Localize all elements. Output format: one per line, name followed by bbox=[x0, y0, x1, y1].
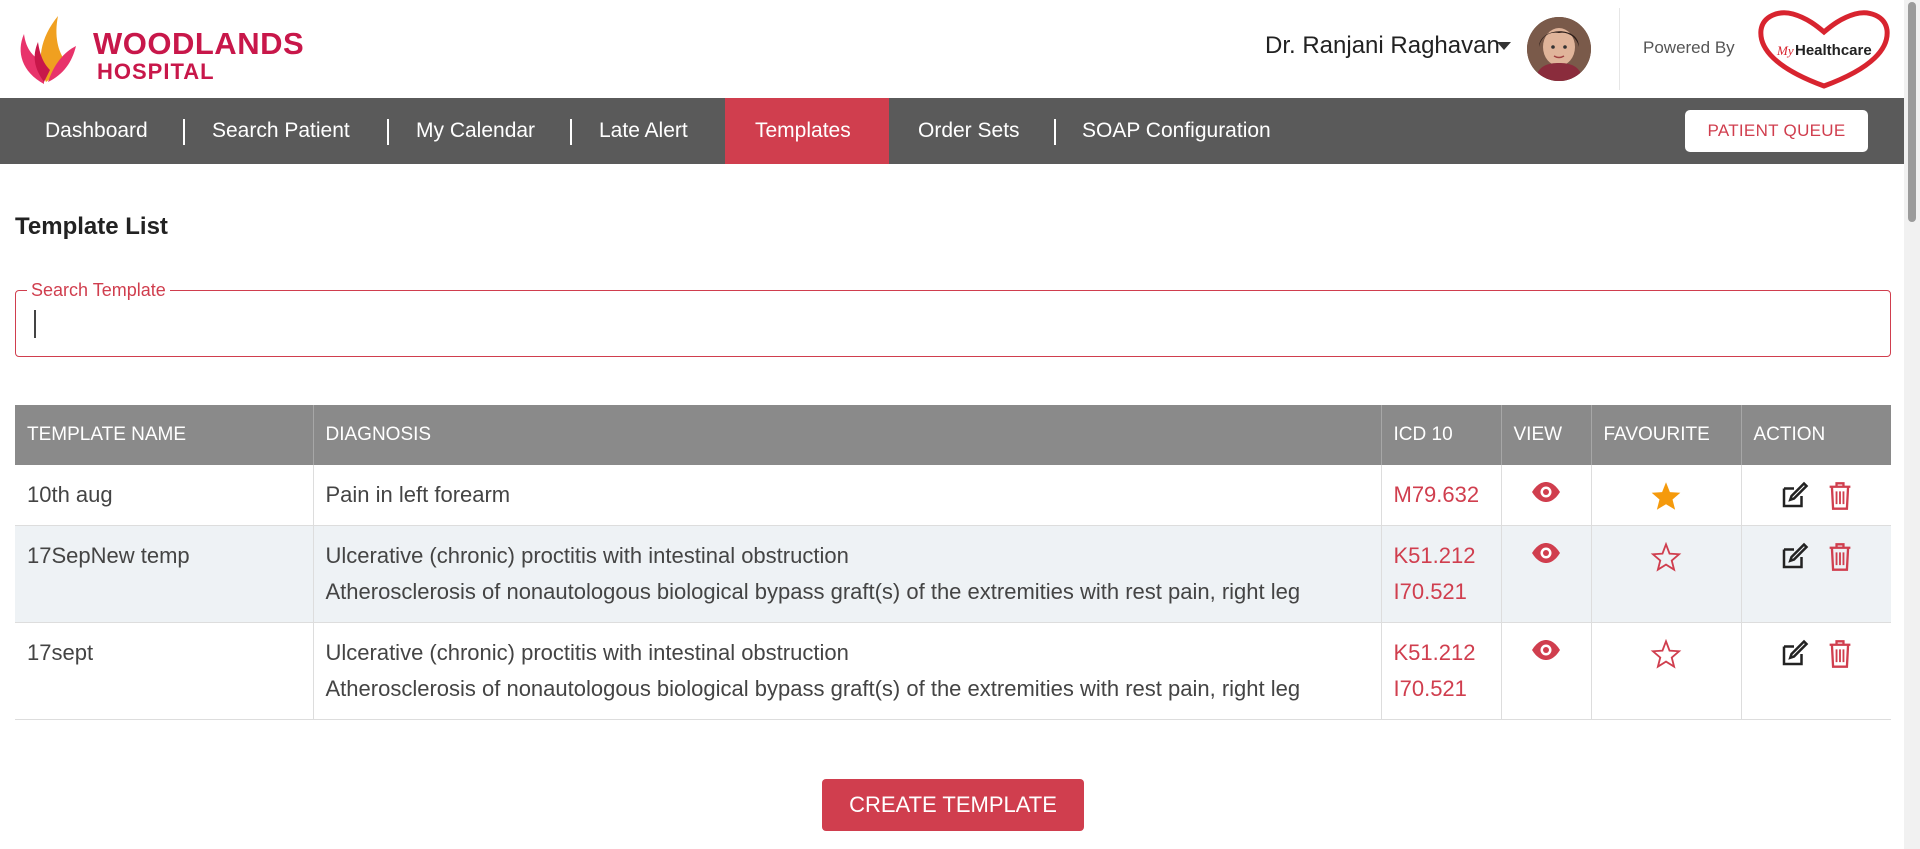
favourite-cell bbox=[1591, 525, 1742, 623]
trash-icon[interactable] bbox=[1827, 481, 1853, 511]
action-cell bbox=[1741, 525, 1891, 623]
table-row: 17sept Ulcerative (chronic) proctitis wi… bbox=[15, 622, 1891, 720]
search-template-input[interactable] bbox=[30, 303, 1870, 343]
template-table: TEMPLATE NAME DIAGNOSIS ICD 10 VIEW FAVO… bbox=[15, 405, 1891, 760]
icd-cell: M79.632 bbox=[1381, 465, 1502, 526]
edit-icon[interactable] bbox=[1779, 481, 1809, 511]
icd-code: I70.521 bbox=[1393, 676, 1467, 701]
diagnosis-text: Ulcerative (chronic) proctitis with inte… bbox=[325, 543, 849, 568]
template-name-cell: 17sept bbox=[15, 622, 314, 720]
col-icd10[interactable]: ICD 10 bbox=[1381, 405, 1502, 465]
star-outline-icon[interactable] bbox=[1650, 639, 1682, 669]
icd-cell: K51.212 I70.521 bbox=[1381, 622, 1502, 720]
myhealthcare-suffix: Healthcare bbox=[1795, 42, 1872, 59]
avatar-photo bbox=[1527, 17, 1591, 81]
edit-icon[interactable] bbox=[1779, 639, 1809, 669]
nav-soap-configuration[interactable]: SOAP Configuration bbox=[1052, 98, 1301, 164]
diagnosis-text: Atherosclerosis of nonautologous biologi… bbox=[325, 579, 1301, 604]
header-divider bbox=[1619, 8, 1620, 90]
icd-code: I70.521 bbox=[1393, 579, 1467, 604]
table-header-row: TEMPLATE NAME DIAGNOSIS ICD 10 VIEW FAVO… bbox=[15, 405, 1891, 465]
col-view: VIEW bbox=[1501, 405, 1592, 465]
logo-line-1: WOODLANDS bbox=[93, 26, 305, 61]
template-name-cell: 17SepNew temp bbox=[15, 525, 314, 623]
nav-templates[interactable]: Templates bbox=[725, 98, 889, 164]
template-name-cell: 10th aug bbox=[15, 465, 314, 526]
search-template-label: Search Template bbox=[27, 280, 170, 301]
col-diagnosis[interactable]: DIAGNOSIS bbox=[313, 405, 1382, 465]
view-cell bbox=[1501, 622, 1592, 720]
star-outline-icon[interactable] bbox=[1650, 542, 1682, 572]
icd-code: M79.632 bbox=[1393, 482, 1480, 507]
icd-code: K51.212 bbox=[1393, 640, 1476, 665]
heart-logo-icon: My Healthcare bbox=[1758, 10, 1890, 89]
trash-icon[interactable] bbox=[1827, 639, 1853, 669]
table-row: 17SepNew temp Ulcerative (chronic) proct… bbox=[15, 525, 1891, 623]
myhealthcare-logo: My Healthcare bbox=[1755, 8, 1893, 90]
eye-icon[interactable] bbox=[1531, 542, 1561, 564]
diagnosis-text: Ulcerative (chronic) proctitis with inte… bbox=[325, 640, 849, 665]
chevron-down-icon[interactable] bbox=[1497, 42, 1511, 50]
eye-icon[interactable] bbox=[1531, 481, 1561, 503]
nav-late-alert[interactable]: Late Alert bbox=[569, 98, 718, 164]
view-cell bbox=[1501, 525, 1592, 623]
col-action: ACTION bbox=[1741, 405, 1891, 465]
edit-icon[interactable] bbox=[1779, 542, 1809, 572]
app-header: WOODLANDS HOSPITAL Dr. Ranjani Raghavan … bbox=[0, 0, 1904, 98]
col-favourite: FAVOURITE bbox=[1591, 405, 1742, 465]
myhealthcare-prefix: My bbox=[1776, 43, 1794, 58]
diagnosis-cell: Ulcerative (chronic) proctitis with inte… bbox=[313, 622, 1382, 720]
create-template-button[interactable]: CREATE TEMPLATE bbox=[822, 779, 1084, 831]
user-name[interactable]: Dr. Ranjani Raghavan bbox=[1265, 32, 1500, 60]
eye-icon[interactable] bbox=[1531, 639, 1561, 661]
diagnosis-text: Atherosclerosis of nonautologous biologi… bbox=[325, 676, 1301, 701]
nav-my-calendar[interactable]: My Calendar bbox=[386, 98, 565, 164]
woodlands-logo[interactable]: WOODLANDS HOSPITAL bbox=[14, 12, 304, 88]
star-filled-icon[interactable] bbox=[1650, 481, 1682, 511]
logo-line-2: HOSPITAL bbox=[97, 59, 215, 84]
favourite-cell bbox=[1591, 465, 1742, 526]
flame-logo-icon bbox=[20, 16, 76, 84]
diagnosis-cell: Pain in left forearm bbox=[313, 465, 1382, 526]
nav-dashboard[interactable]: Dashboard bbox=[15, 98, 178, 164]
avatar[interactable] bbox=[1527, 17, 1591, 81]
view-cell bbox=[1501, 465, 1592, 526]
table-row: 10th aug Pain in left forearm M79.632 bbox=[15, 465, 1891, 526]
action-cell bbox=[1741, 465, 1891, 526]
diagnosis-cell: Ulcerative (chronic) proctitis with inte… bbox=[313, 525, 1382, 623]
favourite-cell bbox=[1591, 622, 1742, 720]
nav-search-patient[interactable]: Search Patient bbox=[182, 98, 380, 164]
action-cell bbox=[1741, 622, 1891, 720]
icd-code: K51.212 bbox=[1393, 543, 1476, 568]
powered-by-label: Powered By bbox=[1643, 38, 1735, 57]
trash-icon[interactable] bbox=[1827, 542, 1853, 572]
diagnosis-text: Pain in left forearm bbox=[325, 482, 511, 507]
scrollbar-thumb[interactable] bbox=[1908, 2, 1916, 222]
text-cursor bbox=[34, 310, 36, 338]
page-title: Template List bbox=[15, 213, 168, 240]
main-nav: Dashboard Search Patient My Calendar Lat… bbox=[0, 98, 1904, 164]
icd-cell: K51.212 I70.521 bbox=[1381, 525, 1502, 623]
patient-queue-button[interactable]: PATIENT QUEUE bbox=[1685, 110, 1868, 152]
nav-order-sets[interactable]: Order Sets bbox=[888, 98, 1050, 164]
col-template-name[interactable]: TEMPLATE NAME bbox=[15, 405, 314, 465]
